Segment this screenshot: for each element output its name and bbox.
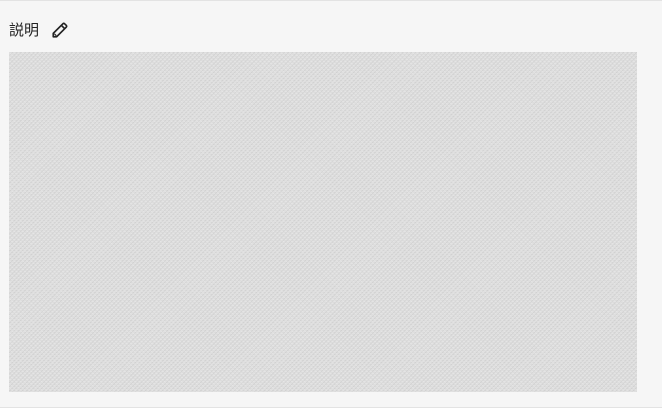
description-header: 説明	[9, 18, 71, 42]
edit-description-button[interactable]	[49, 19, 71, 41]
description-panel: 説明	[0, 0, 662, 408]
description-title: 説明	[9, 21, 40, 39]
pencil-icon	[52, 22, 68, 38]
description-content-redacted	[9, 52, 637, 392]
